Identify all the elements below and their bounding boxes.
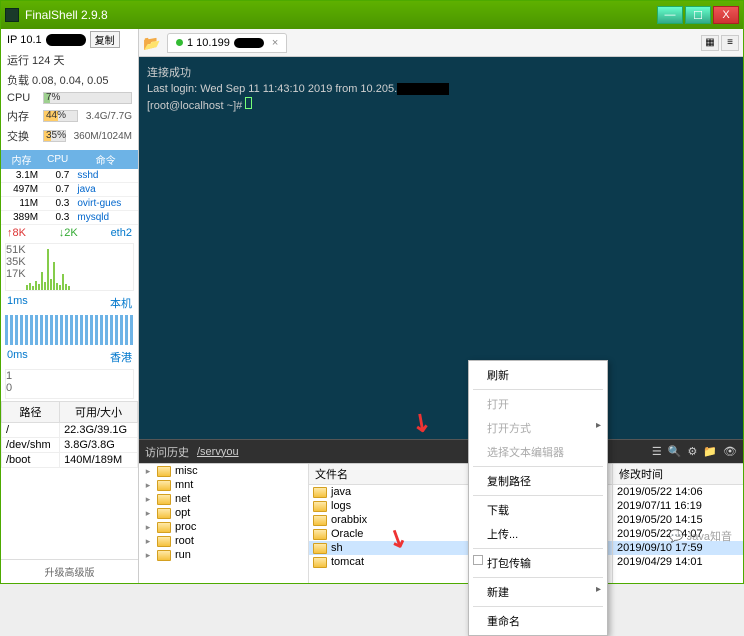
tab-redacted: [234, 38, 264, 48]
sidebar: IP 10.1 复制 运行 124 天 负载 0.08, 0.04, 0.05 …: [1, 29, 139, 583]
list-item[interactable]: 2019/05/20 14:15: [613, 513, 743, 527]
tab-label: 1 10.199: [187, 37, 230, 49]
folder-icon: [313, 557, 327, 568]
list-item[interactable]: 2019/05/22 14:06: [613, 485, 743, 499]
tree-icon[interactable]: ☰: [652, 445, 662, 458]
net-down-icon: ↓2K: [59, 227, 78, 239]
list-item[interactable]: ▸net: [139, 492, 308, 506]
table-row: /22.3G/39.1G: [2, 423, 138, 438]
chevron-right-icon: ▸: [596, 584, 601, 595]
ctx-refresh[interactable]: 刷新: [469, 363, 607, 387]
terminal-line: Last login: Wed Sep 11 11:43:10 2019 fro…: [147, 81, 735, 97]
list-item[interactable]: ▸misc: [139, 464, 308, 478]
upgrade-link[interactable]: 升级高级版: [1, 559, 138, 583]
folder-icon[interactable]: 📁: [703, 445, 717, 458]
ctx-upload[interactable]: 上传...: [469, 522, 607, 546]
annotation-arrow-icon: ↘: [408, 411, 434, 436]
path-link[interactable]: /servyou: [197, 446, 239, 458]
list-item[interactable]: ▸root: [139, 534, 308, 548]
list-item[interactable]: 2019/04/29 14:01: [613, 555, 743, 569]
ctx-open-with: 打开方式▸: [469, 416, 607, 440]
history-label[interactable]: 访问历史: [145, 444, 189, 460]
network-chart: 51K35K17K: [5, 243, 134, 291]
folder-icon: [313, 543, 327, 554]
list-view-icon[interactable]: ≡: [721, 35, 739, 51]
list-item[interactable]: ▸proc: [139, 520, 308, 534]
cpu-label: CPU: [7, 92, 39, 104]
list-item[interactable]: 2019/05/22 14:07: [613, 527, 743, 541]
folder-icon: [157, 550, 171, 561]
tab-close-icon[interactable]: ×: [272, 37, 278, 49]
tab-active[interactable]: 1 10.199 ×: [167, 33, 287, 53]
ctx-open: 打开: [469, 392, 607, 416]
folder-icon: [157, 466, 171, 477]
file-tree: ▸misc ▸mnt ▸net ▸opt ▸proc ▸root ▸run: [139, 464, 309, 583]
list-item[interactable]: ▸opt: [139, 506, 308, 520]
context-menu: 刷新 打开 打开方式▸ 选择文本编辑器 复制路径 下载 上传... 打包传输 新…: [468, 360, 608, 636]
window-title: FinalShell 2.9.8: [25, 8, 657, 22]
ctx-copy-path[interactable]: 复制路径: [469, 469, 607, 493]
checkbox-icon[interactable]: [473, 555, 483, 565]
list-item[interactable]: 2019/09/10 17:59: [613, 541, 743, 555]
folder-icon: [157, 536, 171, 547]
table-row: 11M0.3ovirt-gues: [1, 197, 138, 211]
terminal[interactable]: 连接成功 Last login: Wed Sep 11 11:43:10 201…: [139, 57, 743, 439]
ping-chart-hk: 10: [5, 369, 134, 399]
list-item[interactable]: ▸mnt: [139, 478, 308, 492]
folder-icon: [157, 494, 171, 505]
mem-bar: 44%: [43, 110, 78, 122]
list-item[interactable]: ▸run: [139, 548, 308, 562]
folder-icon: [157, 480, 171, 491]
file-dates: 修改时间 2019/05/22 14:06 2019/07/11 16:19 2…: [613, 464, 743, 583]
chevron-right-icon: ▸: [596, 420, 601, 431]
ctx-editor: 选择文本编辑器: [469, 440, 607, 464]
tab-bar: 📂 1 10.199 × ▦ ≡: [139, 29, 743, 57]
folder-icon: [157, 508, 171, 519]
ping-chart-local: [5, 315, 134, 345]
app-icon: [5, 8, 19, 22]
ctx-rename[interactable]: 重命名: [469, 609, 607, 633]
ctx-download[interactable]: 下载: [469, 498, 607, 522]
net-up-icon: ↑8K: [7, 227, 26, 239]
cpu-bar: 7%: [43, 92, 132, 104]
file-panels: ▸misc ▸mnt ▸net ▸opt ▸proc ▸root ▸run 文件…: [139, 463, 743, 583]
file-toolbar: 访问历史 /servyou ⟳ ⇄ ⬇ ⬆ ☰ 🔍 ⚙ 📁 👁: [139, 439, 743, 463]
load: 负载 0.08, 0.04, 0.05: [1, 70, 138, 90]
open-folder-icon[interactable]: 📂: [143, 35, 163, 51]
folder-icon: [313, 515, 327, 526]
terminal-prompt: [root@localhost ~]#: [147, 97, 735, 114]
table-row: 3.1M0.7sshd: [1, 169, 138, 183]
folder-icon: [157, 522, 171, 533]
maximize-button[interactable]: ☐: [685, 6, 711, 24]
swap-label: 交换: [7, 128, 39, 144]
minimize-button[interactable]: —: [657, 6, 683, 24]
status-dot-icon: [176, 39, 183, 46]
table-row: 497M0.7java: [1, 183, 138, 197]
uptime: 运行 124 天: [1, 50, 138, 70]
mem-label: 内存: [7, 108, 39, 124]
terminal-line: 连接成功: [147, 65, 735, 81]
folder-icon: [313, 529, 327, 540]
ip-redacted: [46, 34, 86, 46]
ctx-pack[interactable]: 打包传输: [469, 551, 607, 575]
swap-bar: 35%: [43, 130, 66, 142]
eye-icon[interactable]: 👁: [723, 445, 737, 458]
table-row: /boot140M/189M: [2, 453, 138, 468]
disk-table: 路径可用/大小 /22.3G/39.1G /dev/shm3.8G/3.8G /…: [1, 401, 138, 468]
copy-ip-button[interactable]: 复制: [90, 31, 120, 48]
close-button[interactable]: X: [713, 6, 739, 24]
process-table: 内存 CPU 命令 3.1M0.7sshd 497M0.7java 11M0.3…: [1, 150, 138, 225]
gear-icon[interactable]: ⚙: [687, 445, 697, 458]
search-icon[interactable]: 🔍: [668, 445, 682, 458]
list-item[interactable]: 2019/07/11 16:19: [613, 499, 743, 513]
grid-view-icon[interactable]: ▦: [701, 35, 719, 51]
titlebar: FinalShell 2.9.8 — ☐ X: [1, 1, 743, 29]
table-row: /dev/shm3.8G/3.8G: [2, 438, 138, 453]
folder-icon: [313, 501, 327, 512]
table-row: 389M0.3mysqld: [1, 211, 138, 225]
folder-icon: [313, 487, 327, 498]
ip-label: IP 10.1: [7, 34, 42, 46]
